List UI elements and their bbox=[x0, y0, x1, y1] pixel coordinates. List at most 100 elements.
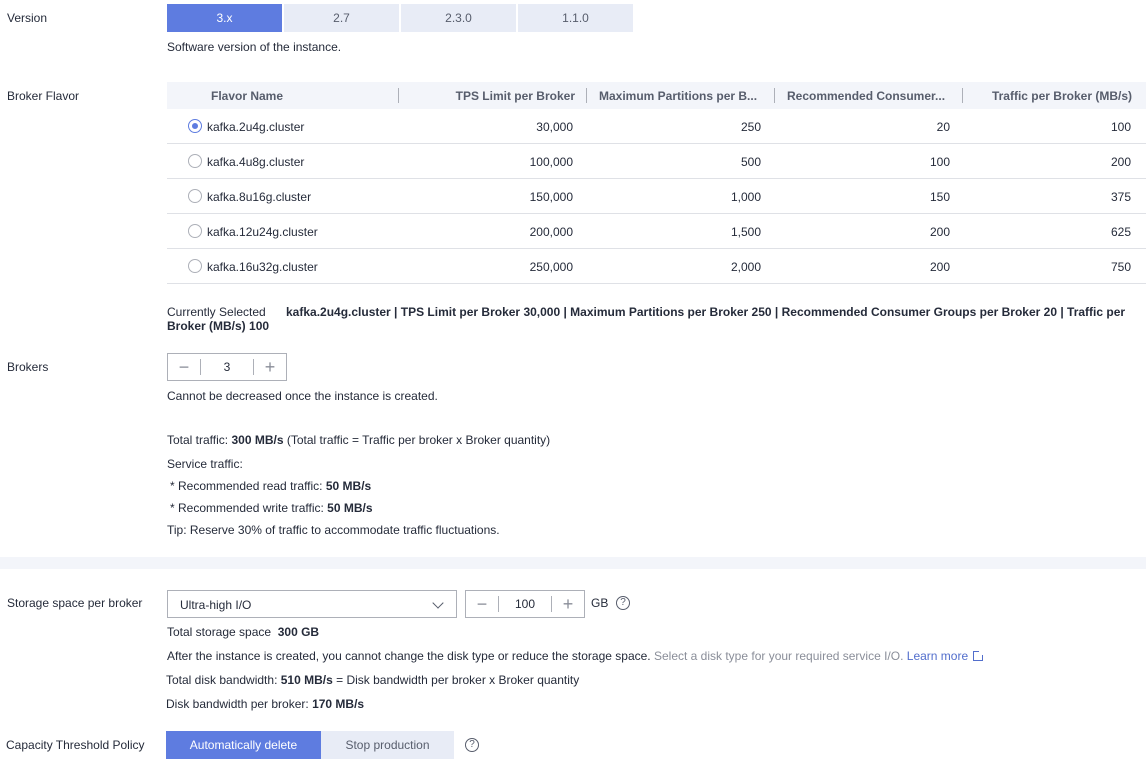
flavor-consumers: 200 bbox=[929, 260, 950, 274]
flavor-traffic: 750 bbox=[1110, 260, 1131, 274]
disk-type-value: Ultra-high I/O bbox=[180, 598, 252, 612]
flavor-radio[interactable] bbox=[188, 119, 202, 133]
bandwidth-value: 510 MB/s bbox=[280, 673, 333, 687]
storage-notice-text: After the instance is created, you canno… bbox=[167, 649, 651, 663]
help-icon[interactable]: ? bbox=[465, 738, 479, 752]
increment-button[interactable]: + bbox=[552, 591, 584, 617]
brokers-stepper: − 3 + bbox=[167, 353, 287, 381]
table-row[interactable]: kafka.12u24g.cluster 200,000 1,500 200 6… bbox=[167, 214, 1146, 249]
brokers-label: Brokers bbox=[7, 360, 49, 374]
broker-flavor-label: Broker Flavor bbox=[7, 89, 80, 103]
capacity-policy-label: Capacity Threshold Policy bbox=[6, 738, 145, 752]
learn-more-link[interactable]: Learn more bbox=[907, 649, 968, 663]
column-divider bbox=[586, 88, 587, 103]
column-traffic-per-broker: Traffic per Broker (MB/s) bbox=[991, 89, 1132, 103]
flavor-partitions: 250 bbox=[740, 120, 761, 134]
total-disk-bandwidth: Total disk bandwidth: 510 MB/s = Disk ba… bbox=[166, 673, 579, 687]
column-divider bbox=[962, 88, 963, 103]
write-traffic-value: 50 MB/s bbox=[327, 501, 373, 515]
flavor-name: kafka.4u8g.cluster bbox=[207, 155, 305, 169]
column-divider bbox=[398, 88, 399, 103]
storage-stepper: − 100 + bbox=[465, 590, 585, 618]
flavor-traffic: 200 bbox=[1110, 155, 1131, 169]
version-hint: Software version of the instance. bbox=[167, 40, 342, 54]
version-option-2-7[interactable]: 2.7 bbox=[284, 4, 399, 32]
help-icon[interactable]: ? bbox=[616, 596, 630, 610]
disk-type-select[interactable]: Ultra-high I/O bbox=[167, 590, 457, 618]
decrement-button[interactable]: − bbox=[168, 354, 200, 380]
brokers-hint: Cannot be decreased once the instance is… bbox=[167, 389, 438, 403]
capacity-policy-selector: Automatically delete Stop production bbox=[166, 731, 454, 759]
total-traffic-formula: (Total traffic = Traffic per broker x Br… bbox=[283, 433, 551, 447]
column-recommended-consumer: Recommended Consumer... bbox=[787, 89, 946, 103]
table-row[interactable]: kafka.2u4g.cluster 30,000 250 20 100 bbox=[167, 109, 1146, 144]
brokers-quantity-input[interactable]: 3 bbox=[200, 359, 254, 375]
version-option-1-1-0[interactable]: 1.1.0 bbox=[518, 4, 633, 32]
table-row[interactable]: kafka.16u32g.cluster 250,000 2,000 200 7… bbox=[167, 249, 1146, 284]
currently-selected-summary: Currently Selected kafka.2u4g.cluster | T… bbox=[167, 305, 1142, 333]
flavor-traffic: 625 bbox=[1110, 225, 1131, 239]
flavor-partitions: 2,000 bbox=[730, 260, 761, 274]
storage-size-input[interactable]: 100 bbox=[498, 596, 552, 612]
storage-label: Storage space per broker bbox=[7, 596, 143, 610]
write-traffic-prefix: * Recommended write traffic: bbox=[170, 501, 328, 515]
total-storage-label: Total storage space bbox=[167, 625, 272, 639]
read-traffic: * Recommended read traffic: 50 MB/s bbox=[170, 479, 371, 493]
service-traffic-heading: Service traffic: bbox=[167, 457, 243, 471]
flavor-radio[interactable] bbox=[188, 224, 202, 238]
traffic-tip: Tip: Reserve 30% of traffic to accommoda… bbox=[167, 523, 500, 537]
flavor-partitions: 1,500 bbox=[730, 225, 761, 239]
storage-notice-gray: Select a disk type for your required ser… bbox=[653, 649, 904, 663]
column-tps-limit: TPS Limit per Broker bbox=[455, 89, 575, 103]
flavor-table: Flavor Name TPS Limit per Broker Maximum… bbox=[167, 82, 1146, 284]
per-broker-value: 170 MB/s bbox=[312, 697, 365, 711]
flavor-radio[interactable] bbox=[188, 259, 202, 273]
total-storage: Total storage space 300 GB bbox=[167, 625, 319, 639]
table-row[interactable]: kafka.4u8g.cluster 100,000 500 100 200 bbox=[167, 144, 1146, 179]
flavor-traffic: 375 bbox=[1110, 190, 1131, 204]
per-broker-prefix: Disk bandwidth per broker: bbox=[166, 697, 313, 711]
flavor-table-header: Flavor Name TPS Limit per Broker Maximum… bbox=[167, 82, 1146, 109]
flavor-tps: 150,000 bbox=[529, 190, 573, 204]
total-storage-value: 300 GB bbox=[277, 625, 320, 639]
version-label: Version bbox=[7, 11, 48, 25]
version-option-3x[interactable]: 3.x bbox=[167, 4, 282, 32]
section-divider bbox=[0, 557, 1146, 569]
increment-button[interactable]: + bbox=[254, 354, 286, 380]
flavor-consumers: 20 bbox=[936, 120, 950, 134]
chevron-down-icon bbox=[432, 597, 444, 609]
currently-selected-label: Currently Selected bbox=[167, 305, 266, 319]
flavor-radio[interactable] bbox=[188, 189, 202, 203]
storage-notice: After the instance is created, you canno… bbox=[167, 649, 985, 663]
flavor-partitions: 1,000 bbox=[730, 190, 761, 204]
flavor-tps: 200,000 bbox=[529, 225, 573, 239]
flavor-tps: 30,000 bbox=[536, 120, 573, 134]
flavor-radio[interactable] bbox=[188, 154, 202, 168]
flavor-traffic: 100 bbox=[1110, 120, 1131, 134]
stop-production-option[interactable]: Stop production bbox=[321, 731, 454, 759]
column-flavor-name: Flavor Name bbox=[211, 89, 284, 103]
flavor-name: kafka.2u4g.cluster bbox=[207, 120, 305, 134]
version-selector: 3.x 2.7 2.3.0 1.1.0 bbox=[167, 4, 635, 32]
total-traffic-prefix: Total traffic: bbox=[167, 433, 232, 447]
write-traffic: * Recommended write traffic: 50 MB/s bbox=[170, 501, 373, 515]
external-link-icon[interactable] bbox=[973, 650, 985, 661]
read-traffic-prefix: * Recommended read traffic: bbox=[170, 479, 326, 493]
flavor-consumers: 200 bbox=[929, 225, 950, 239]
version-option-2-3-0[interactable]: 2.3.0 bbox=[401, 4, 516, 32]
flavor-tps: 100,000 bbox=[529, 155, 573, 169]
total-traffic: Total traffic: 300 MB/s (Total traffic =… bbox=[167, 433, 550, 447]
table-row[interactable]: kafka.8u16g.cluster 150,000 1,000 150 37… bbox=[167, 179, 1146, 214]
bandwidth-formula: = Disk bandwidth per broker x Broker qua… bbox=[332, 673, 580, 687]
storage-unit: GB bbox=[591, 596, 609, 610]
disk-bandwidth-per-broker: Disk bandwidth per broker: 170 MB/s bbox=[166, 697, 364, 711]
flavor-tps: 250,000 bbox=[529, 260, 573, 274]
currently-selected-value: kafka.2u4g.cluster | TPS Limit per Broke… bbox=[167, 305, 1126, 333]
auto-delete-option[interactable]: Automatically delete bbox=[166, 731, 321, 759]
decrement-button[interactable]: − bbox=[466, 591, 498, 617]
flavor-name: kafka.12u24g.cluster bbox=[207, 225, 318, 239]
total-traffic-value: 300 MB/s bbox=[231, 433, 284, 447]
column-max-partitions: Maximum Partitions per B... bbox=[599, 89, 758, 103]
flavor-name: kafka.16u32g.cluster bbox=[207, 260, 318, 274]
column-divider bbox=[774, 88, 775, 103]
